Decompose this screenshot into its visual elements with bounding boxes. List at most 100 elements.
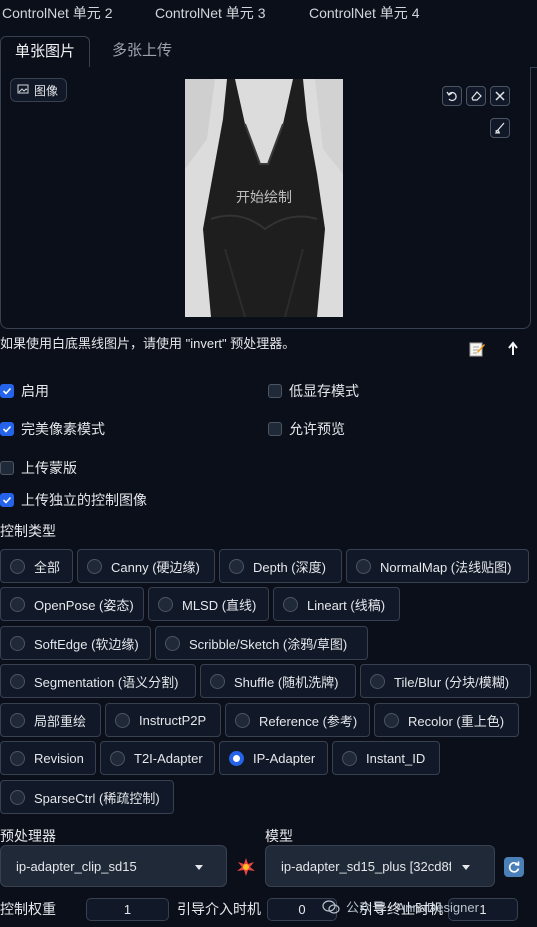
radio-label: 局部重绘 (34, 713, 87, 729)
control-type-shuffle[interactable]: Shuffle (随机洗牌) (200, 664, 356, 698)
model-select[interactable]: ip-adapter_sd15_plus [32cd8f7f] (265, 845, 495, 887)
tab-single-image[interactable]: 单张图片 (0, 36, 91, 69)
control-type-instant-id[interactable]: Instant_ID (332, 741, 440, 775)
radio-label: Lineart (线稿) (307, 597, 386, 613)
control-type-canny[interactable]: Canny (硬边缘) (77, 549, 215, 583)
control-type-recolor[interactable]: Recolor (重上色) (374, 703, 519, 737)
undo-button[interactable] (442, 86, 462, 106)
start-label: 引导介入时机 (177, 901, 261, 917)
control-type-lineart[interactable]: Lineart (线稿) (273, 587, 400, 621)
radio-label: InstructP2P (139, 712, 207, 728)
upload-independent-label: 上传独立的控制图像 (21, 492, 147, 508)
weight-label: 控制权重 (0, 901, 56, 917)
radio-dot (356, 558, 371, 574)
low-vram-checkbox[interactable]: 低显存模式 (268, 381, 359, 401)
tab-batch-upload[interactable]: 多张上传 (98, 36, 186, 68)
fire-icon[interactable] (236, 857, 256, 877)
allow-preview-checkbox[interactable]: 允许预览 (268, 419, 345, 439)
model-label: 模型 (265, 828, 293, 844)
control-type-depth[interactable]: Depth (深度) (219, 549, 342, 583)
upload-mask-label: 上传蒙版 (21, 460, 77, 476)
send-dimensions-button[interactable] (502, 338, 524, 360)
checkbox-box[interactable] (268, 384, 282, 398)
watermark-text: 公众号 · AnnaDesigner (346, 900, 479, 915)
preprocessor-label: 预处理器 (0, 828, 56, 844)
radio-dot (10, 712, 25, 728)
control-type-all[interactable]: 全部 (0, 549, 73, 583)
control-type-sparsectrl[interactable]: SparseCtrl (稀疏控制) (0, 780, 174, 814)
radio-dot (283, 596, 298, 612)
chevron-down-icon (462, 865, 470, 870)
preprocessor-select[interactable]: ip-adapter_clip_sd15 (0, 845, 227, 887)
brush-button[interactable] (490, 118, 510, 138)
radio-label: Canny (硬边缘) (111, 559, 200, 575)
checkbox-box[interactable] (0, 493, 14, 507)
radio-label: SoftEdge (软边缘) (34, 636, 139, 652)
radio-dot (10, 673, 25, 689)
low-vram-label: 低显存模式 (289, 383, 359, 399)
control-type-softedge[interactable]: SoftEdge (软边缘) (0, 626, 151, 660)
checkbox-box[interactable] (0, 384, 14, 398)
weight-input[interactable]: 1 (86, 898, 169, 921)
radio-label: SparseCtrl (稀疏控制) (34, 790, 160, 806)
radio-label: Revision (34, 750, 84, 766)
image-label-text: 图像 (34, 83, 59, 98)
control-type-instructp2p[interactable]: InstructP2P (105, 703, 221, 737)
tab-unit-3[interactable]: ControlNet 单元 3 (155, 3, 265, 23)
radio-label: Scribble/Sketch (涂鸦/草图) (189, 636, 348, 652)
pixel-perfect-checkbox[interactable]: 完美像素模式 (0, 419, 105, 439)
control-type-scribble[interactable]: Scribble/Sketch (涂鸦/草图) (155, 626, 368, 660)
radio-dot (10, 596, 25, 612)
radio-dot (10, 750, 25, 766)
control-type-segmentation[interactable]: Segmentation (语义分割) (0, 664, 196, 698)
model-value: ip-adapter_sd15_plus [32cd8f7f] (281, 858, 451, 874)
checkbox-box[interactable] (0, 461, 14, 475)
image-icon (17, 83, 29, 98)
wechat-icon (322, 899, 340, 914)
control-type-normalmap[interactable]: NormalMap (法线贴图) (346, 549, 529, 583)
checkbox-box[interactable] (268, 422, 282, 436)
chevron-down-icon (195, 865, 203, 870)
refresh-models-button[interactable] (504, 857, 524, 877)
control-type-t2i-adapter[interactable]: T2I-Adapter (100, 741, 215, 775)
radio-label: NormalMap (法线贴图) (380, 559, 512, 575)
enable-label: 启用 (21, 383, 49, 399)
erase-button[interactable] (466, 86, 486, 106)
radio-label: MLSD (直线) (182, 597, 257, 613)
invert-hint-text: 如果使用白底黑线图片，请使用 "invert" 预处理器。 (0, 336, 296, 351)
control-type-tile-blur[interactable]: Tile/Blur (分块/模糊) (360, 664, 531, 698)
radio-dot (10, 789, 25, 805)
upload-independent-checkbox[interactable]: 上传独立的控制图像 (0, 490, 147, 510)
close-icon (495, 91, 505, 101)
tab-unit-2[interactable]: ControlNet 单元 2 (2, 3, 112, 23)
allow-preview-label: 允许预览 (289, 421, 345, 437)
upload-mask-checkbox[interactable]: 上传蒙版 (0, 458, 77, 478)
preprocessor-value: ip-adapter_clip_sd15 (16, 858, 137, 874)
radio-dot (342, 750, 357, 766)
eraser-icon (471, 91, 482, 101)
radio-label: Recolor (重上色) (408, 713, 505, 729)
brush-icon (495, 122, 505, 134)
control-type-ip-adapter[interactable]: IP-Adapter (219, 741, 328, 775)
image-label: 图像 (10, 78, 68, 102)
clear-button[interactable] (490, 86, 510, 106)
radio-dot (384, 712, 399, 728)
control-type-reference[interactable]: Reference (参考) (225, 703, 370, 737)
enable-checkbox[interactable]: 启用 (0, 381, 49, 401)
radio-dot (229, 750, 244, 766)
radio-label: Segmentation (语义分割) (34, 674, 179, 690)
edit-button[interactable] (466, 338, 488, 360)
radio-label: Tile/Blur (分块/模糊) (394, 674, 510, 690)
control-type-mlsd[interactable]: MLSD (直线) (148, 587, 269, 621)
input-mode-tabs: 单张图片 多张上传 (0, 36, 537, 69)
watermark: 公众号 · AnnaDesigner (322, 897, 479, 916)
checkbox-box[interactable] (0, 422, 14, 436)
uploaded-image[interactable]: 开始绘制 (185, 79, 343, 317)
radio-dot (87, 558, 102, 574)
control-type-openpose[interactable]: OpenPose (姿态) (0, 587, 144, 621)
radio-dot (235, 712, 250, 728)
radio-dot (210, 673, 225, 689)
control-type-inpaint[interactable]: 局部重绘 (0, 703, 101, 737)
tab-unit-4[interactable]: ControlNet 单元 4 (309, 3, 419, 23)
control-type-revision[interactable]: Revision (0, 741, 96, 775)
